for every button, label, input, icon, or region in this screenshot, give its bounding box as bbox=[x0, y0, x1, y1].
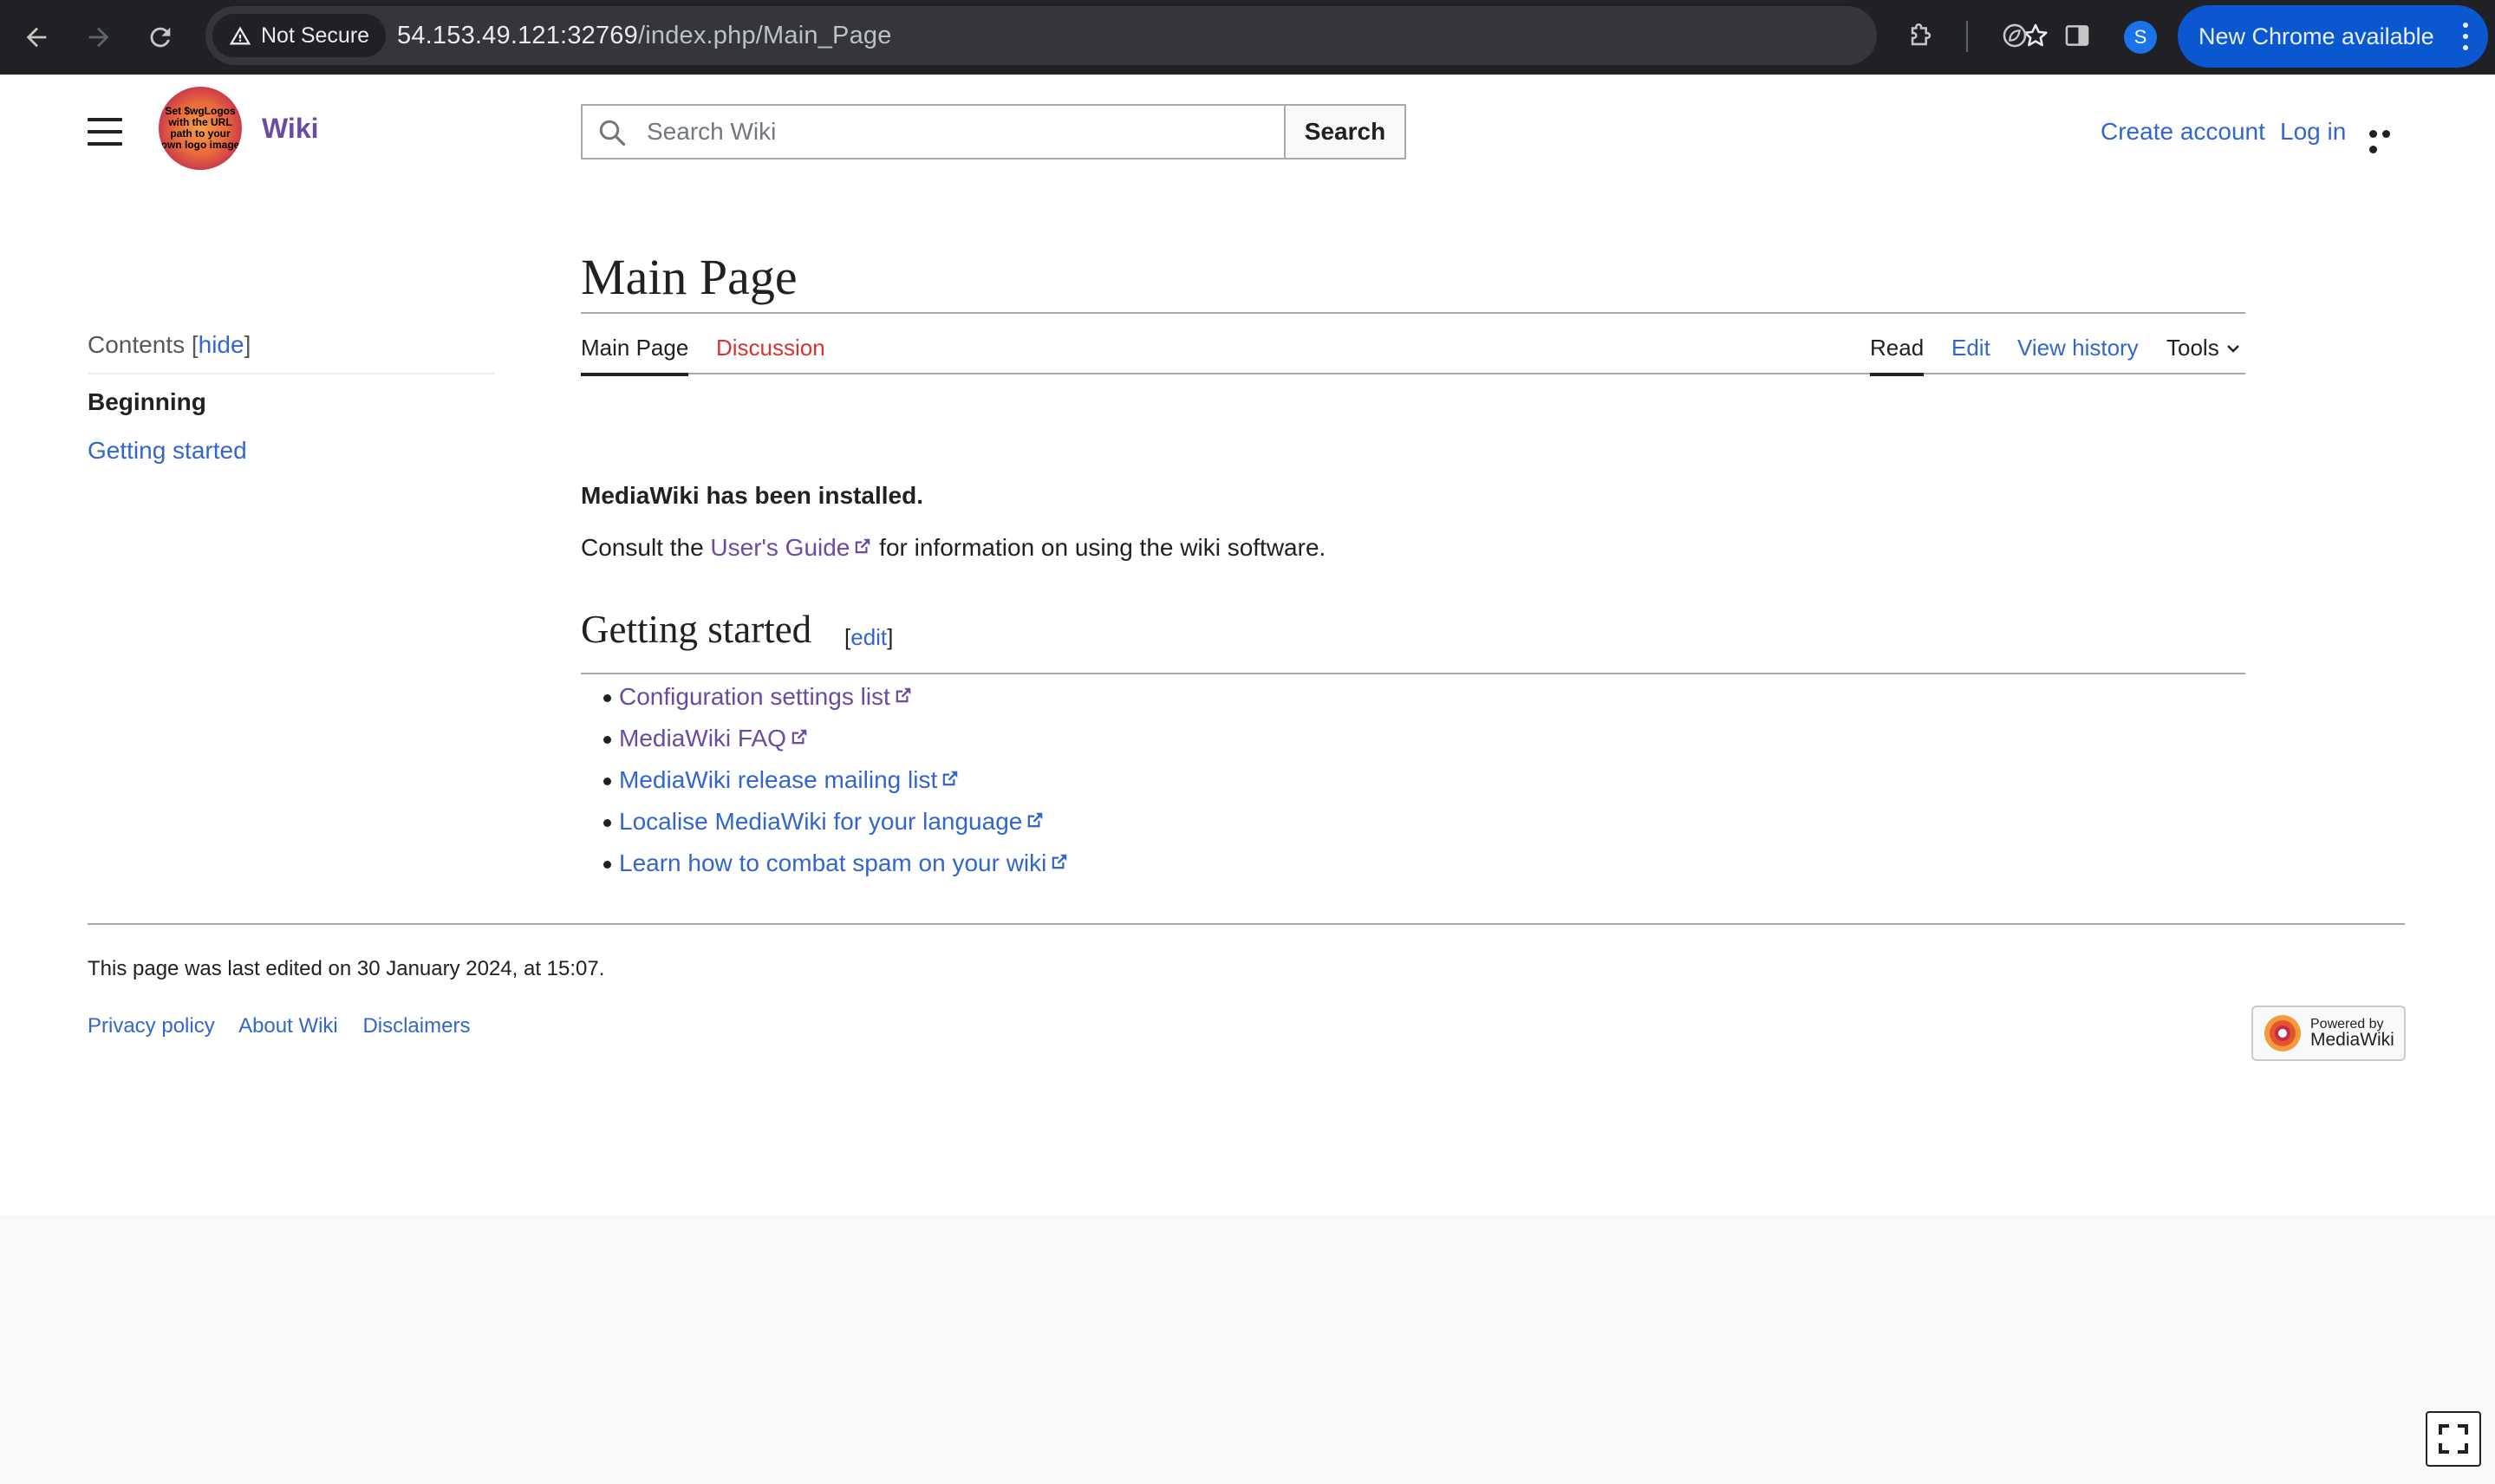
powered-line-2: MediaWiki bbox=[2310, 1030, 2394, 1050]
kebab-menu-icon[interactable] bbox=[2462, 21, 2469, 52]
toolbar-divider bbox=[1966, 21, 1968, 52]
powered-by-mediawiki-badge[interactable]: Powered by MediaWiki bbox=[2251, 1006, 2406, 1061]
search-input[interactable] bbox=[645, 117, 1269, 146]
back-button[interactable] bbox=[14, 15, 59, 60]
toc-hide-link[interactable]: hide bbox=[199, 331, 244, 358]
list-item: Configuration settings list bbox=[581, 676, 1069, 718]
footer-divider bbox=[88, 923, 2405, 925]
arrow-left-icon bbox=[26, 27, 47, 48]
leaf-gauge-icon bbox=[2003, 23, 2027, 48]
tab-discussion[interactable]: Discussion bbox=[716, 335, 825, 361]
installed-message: MediaWiki has been installed. bbox=[581, 482, 923, 509]
toc-item-getting-started[interactable]: Getting started bbox=[88, 437, 495, 465]
external-link-icon bbox=[896, 687, 911, 703]
search-field[interactable] bbox=[581, 104, 1285, 159]
address-bar[interactable]: Not Secure 54.153.49.121:32769/index.php… bbox=[205, 6, 2048, 65]
footer-links: Privacy policy About Wiki Disclaimers bbox=[88, 1014, 489, 1038]
toc-header: Contents [hide] bbox=[88, 331, 495, 374]
search-button[interactable]: Search bbox=[1284, 104, 1406, 159]
tab-edit[interactable]: Edit bbox=[1951, 335, 1990, 361]
mediawiki-faq-link[interactable]: MediaWiki FAQ bbox=[619, 725, 809, 752]
create-account-link[interactable]: Create account bbox=[2101, 118, 2265, 146]
powered-by-text: Powered by MediaWiki bbox=[2310, 1017, 2394, 1050]
side-panel-button[interactable] bbox=[2060, 18, 2094, 53]
puzzle-icon bbox=[1911, 23, 1932, 46]
tools-menu[interactable]: Tools bbox=[2166, 335, 2242, 361]
url-path: /index.php/Main_Page bbox=[637, 22, 892, 49]
external-link-icon bbox=[1052, 854, 1067, 869]
log-in-link[interactable]: Log in bbox=[2280, 118, 2346, 146]
wiki-page: Set $wgLogos with the URL path to your o… bbox=[0, 75, 2495, 1214]
list-item: Localise MediaWiki for your language bbox=[581, 801, 1069, 843]
external-link-icon bbox=[1028, 812, 1043, 828]
arrow-right-icon bbox=[88, 27, 109, 48]
more-options-icon[interactable] bbox=[2369, 127, 2406, 153]
profile-avatar[interactable]: S bbox=[2124, 21, 2157, 54]
tab-main-page[interactable]: Main Page bbox=[581, 335, 689, 376]
forward-button[interactable] bbox=[76, 15, 121, 60]
section-title: Getting started bbox=[581, 608, 812, 651]
main-content: Main Page Main Page Discussion Read Edit… bbox=[581, 248, 2245, 876]
consult-prefix: Consult the bbox=[581, 534, 704, 561]
browser-toolbar: Not Secure 54.153.49.121:32769/index.php… bbox=[0, 0, 2495, 75]
combat-spam-link[interactable]: Learn how to combat spam on your wiki bbox=[619, 849, 1069, 876]
page-tabs: Main Page Discussion Read Edit View hist… bbox=[581, 314, 2245, 376]
url-host: 54.153.49.121:32769 bbox=[397, 22, 638, 49]
warning-icon bbox=[229, 26, 251, 45]
section-edit-link[interactable]: edit bbox=[850, 624, 887, 650]
chrome-update-button[interactable]: New Chrome available bbox=[2178, 5, 2488, 68]
expand-icon bbox=[2439, 1424, 2468, 1454]
toc-item-beginning[interactable]: Beginning bbox=[88, 388, 495, 416]
privacy-policy-link[interactable]: Privacy policy bbox=[88, 1014, 215, 1038]
mediawiki-flower-icon bbox=[2264, 1015, 2301, 1051]
page-title: Main Page bbox=[581, 248, 2245, 314]
getting-started-list: Configuration settings list MediaWiki FA… bbox=[581, 676, 1069, 884]
consult-paragraph: Consult the User's Guide for information… bbox=[581, 534, 1326, 562]
site-wordmark[interactable]: Wiki bbox=[262, 113, 319, 145]
url-text[interactable]: 54.153.49.121:32769/index.php/Main_Page bbox=[397, 22, 892, 50]
section-edit: [edit] bbox=[844, 624, 894, 650]
extensions-button[interactable] bbox=[1904, 18, 1938, 53]
site-logo[interactable]: Set $wgLogos with the URL path to your o… bbox=[159, 87, 242, 170]
config-settings-link[interactable]: Configuration settings list bbox=[619, 683, 913, 710]
search-icon bbox=[599, 120, 626, 146]
main-menu-button[interactable] bbox=[88, 118, 122, 147]
external-link-icon bbox=[791, 729, 807, 745]
release-mailing-list-link[interactable]: MediaWiki release mailing list bbox=[619, 766, 960, 793]
table-of-contents: Contents [hide] Beginning Getting starte… bbox=[88, 331, 495, 465]
list-item: Learn how to combat spam on your wiki bbox=[581, 843, 1069, 884]
localise-link[interactable]: Localise MediaWiki for your language bbox=[619, 808, 1045, 835]
disclaimers-link[interactable]: Disclaimers bbox=[362, 1014, 470, 1038]
list-item: MediaWiki release mailing list bbox=[581, 759, 1069, 801]
performance-button[interactable] bbox=[1997, 18, 2032, 53]
about-wiki-link[interactable]: About Wiki bbox=[238, 1014, 338, 1038]
security-chip[interactable]: Not Secure bbox=[212, 14, 386, 57]
tab-view-history[interactable]: View history bbox=[2017, 335, 2139, 361]
side-panel-icon bbox=[2065, 25, 2089, 46]
reload-icon bbox=[150, 27, 171, 48]
tab-tools: Tools bbox=[2166, 335, 2219, 361]
toc-title: Contents bbox=[88, 331, 186, 358]
list-item: MediaWiki FAQ bbox=[581, 718, 1069, 759]
hamburger-icon bbox=[88, 118, 122, 121]
reload-button[interactable] bbox=[138, 15, 183, 60]
external-link-icon bbox=[942, 771, 958, 786]
external-link-icon bbox=[856, 538, 870, 554]
security-label: Not Secure bbox=[261, 23, 370, 48]
consult-suffix: for information on using the wiki softwa… bbox=[879, 534, 1326, 561]
section-getting-started: Getting started [edit] bbox=[581, 603, 2245, 674]
logo-placeholder-text: Set $wgLogos with the URL path to your o… bbox=[160, 105, 240, 151]
fullscreen-button[interactable] bbox=[2426, 1411, 2481, 1467]
last-edited-info: This page was last edited on 30 January … bbox=[88, 957, 605, 980]
update-label: New Chrome available bbox=[2199, 23, 2434, 49]
tab-read[interactable]: Read bbox=[1870, 335, 1925, 376]
users-guide-link[interactable]: User's Guide bbox=[710, 534, 872, 561]
chevron-down-icon bbox=[2226, 345, 2239, 353]
